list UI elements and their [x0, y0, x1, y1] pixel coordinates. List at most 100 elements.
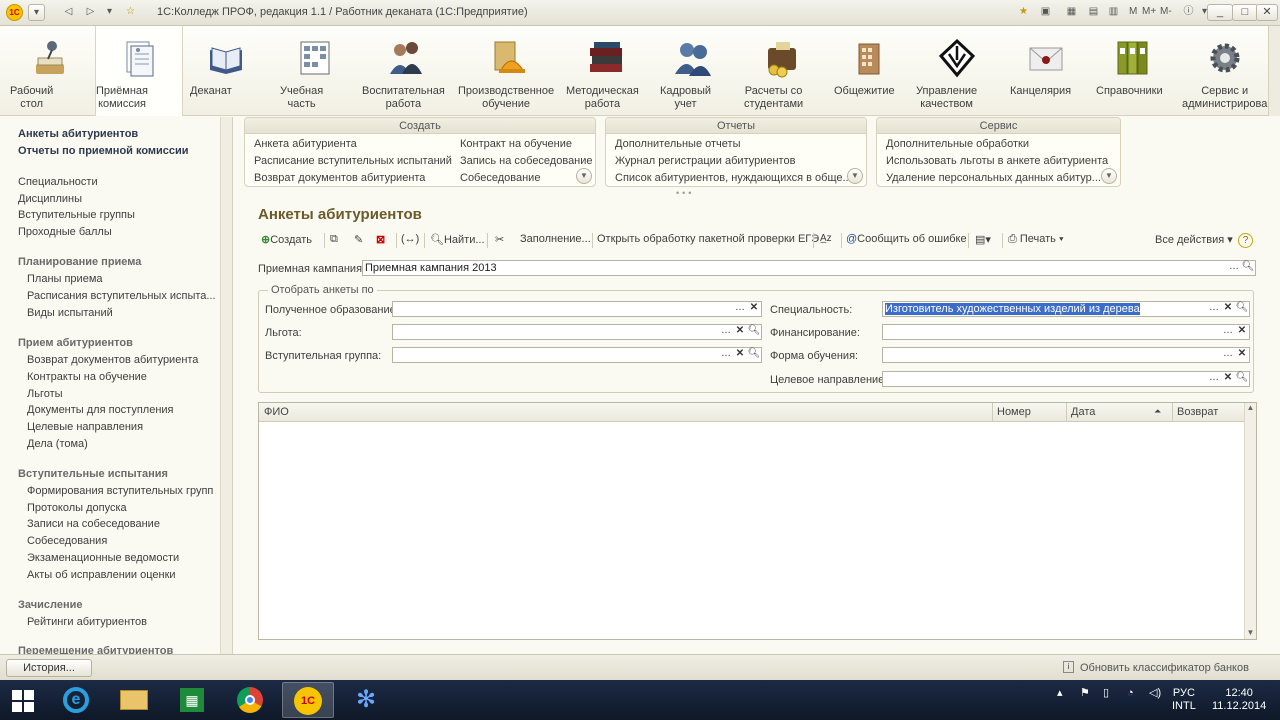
snowflake-app-task[interactable]: ✻ — [340, 682, 392, 718]
main-menu-chevron-icon[interactable]: ▾ — [28, 4, 45, 21]
nav-link-group-formation[interactable]: Формирования вступительных групп — [27, 485, 213, 497]
nav-link-contracts[interactable]: Контракты на обучение — [27, 371, 147, 383]
report-dorm-list-link[interactable]: Список абитуриентов, нуждающихся в обще.… — [615, 172, 852, 184]
create-interview-record-link[interactable]: Запись на собеседование — [460, 155, 593, 167]
campaign-field[interactable]: Приемная кампания 2013 — [362, 260, 1256, 276]
favorites-icon[interactable]: ▣ — [1037, 4, 1054, 21]
specialty-field[interactable]: Изготовитель художественных изделий из д… — [882, 301, 1250, 317]
ellipsis-icon[interactable]: … — [1227, 260, 1241, 276]
nav-link-doc-returns[interactable]: Возврат документов абитуриента — [27, 354, 198, 366]
1c-task[interactable]: 1С — [282, 682, 334, 718]
section-office[interactable]: Канцелярия — [1010, 26, 1082, 116]
internet-explorer-task[interactable]: e — [50, 682, 102, 718]
section-service[interactable]: Сервис и администрирова — [1182, 26, 1268, 116]
cancel-search-icon[interactable]: ✂ — [495, 233, 504, 246]
nav-link-admission-reports[interactable]: Отчеты по приемной комиссии — [18, 145, 189, 157]
table-scrollbar[interactable]: ▲ ▼ — [1244, 403, 1256, 639]
open-magnifier-icon[interactable]: 🔍︎ — [747, 324, 761, 340]
create-interview-link[interactable]: Собеседование — [460, 172, 540, 184]
clear-icon[interactable]: ✕ — [1221, 371, 1235, 387]
nav-link-admission-plans[interactable]: Планы приема — [27, 273, 103, 285]
create-applicant-form-link[interactable]: Анкета абитуриента — [254, 138, 357, 150]
clear-icon[interactable]: ✕ — [1235, 347, 1249, 363]
delete-icon[interactable]: ⊠ — [376, 233, 385, 246]
clear-icon[interactable]: ✕ — [733, 347, 747, 363]
nav-link-disciplines[interactable]: Дисциплины — [18, 193, 82, 205]
ellipsis-icon[interactable]: … — [719, 347, 733, 363]
nav-link-exam-sheets[interactable]: Экзаменационные ведомости — [27, 552, 179, 564]
open-magnifier-icon[interactable]: 🔍︎ — [1241, 260, 1255, 276]
section-dean[interactable]: Деканат — [190, 26, 262, 116]
nav-link-target-directions[interactable]: Целевые направления — [27, 421, 143, 433]
memory-minus-button[interactable]: M- — [1160, 4, 1172, 21]
entrance-group-field[interactable] — [392, 347, 762, 363]
target-direction-field[interactable] — [882, 371, 1250, 387]
history-chevron-icon[interactable]: ▾ — [101, 4, 118, 21]
section-quality[interactable]: Управление качеством — [916, 26, 998, 116]
report-additional-link[interactable]: Дополнительные отчеты — [615, 138, 740, 150]
sections-scrollbar[interactable] — [1268, 26, 1280, 116]
column-separator[interactable] — [992, 403, 993, 422]
nav-link-applications[interactable]: Анкеты абитуриентов — [18, 128, 138, 140]
ellipsis-icon[interactable]: … — [1207, 301, 1221, 317]
tray-clock[interactable]: 12:40 11.12.2014 — [1212, 687, 1266, 713]
chrome-task[interactable] — [224, 682, 276, 718]
section-hr[interactable]: Кадровый учет — [660, 26, 726, 116]
favorite-star-icon[interactable]: ☆ — [122, 4, 139, 21]
status-message[interactable]: Обновить классификатор банков — [1080, 662, 1249, 674]
service-additional-processing-link[interactable]: Дополнительные обработки — [886, 138, 1029, 150]
tray-flag-icon[interactable]: ⚑ — [1080, 687, 1090, 700]
report-registration-journal-link[interactable]: Журнал регистрации абитуриентов — [615, 155, 795, 167]
forward-arrow-icon[interactable]: ▷ — [82, 4, 99, 21]
ellipsis-icon[interactable]: … — [719, 324, 733, 340]
ellipsis-icon[interactable]: … — [1207, 371, 1221, 387]
nav-link-admission-protocols[interactable]: Протоколы допуска — [27, 502, 127, 514]
service-delete-personal-data-link[interactable]: Удаление персональных данных абитур... — [886, 172, 1101, 184]
create-exam-schedule-link[interactable]: Расписание вступительных испытаний — [254, 155, 452, 167]
app-logo-icon[interactable]: 1С — [6, 4, 23, 21]
section-methodical[interactable]: Методическая работа — [566, 26, 646, 116]
maximize-button[interactable]: □ — [1232, 4, 1258, 21]
info-icon[interactable]: ⓘ — [1180, 4, 1197, 21]
nav-link-interviews[interactable]: Собеседования — [27, 535, 107, 547]
create-contract-link[interactable]: Контракт на обучение — [460, 138, 572, 150]
resize-grip-icon[interactable]: ••• — [676, 188, 694, 198]
column-separator[interactable] — [1066, 403, 1067, 422]
refresh-icon[interactable]: (↔) — [401, 233, 419, 245]
more-chevron-icon[interactable]: ▼ — [1101, 168, 1117, 184]
more-chevron-icon[interactable]: ▼ — [576, 168, 592, 184]
column-header-return[interactable]: Возврат — [1177, 406, 1218, 418]
nav-link-passing-scores[interactable]: Проходные баллы — [18, 226, 112, 238]
sort-icon[interactable]: A̲z — [820, 233, 832, 244]
service-use-benefits-link[interactable]: Использовать льготы в анкете абитуриента — [886, 155, 1108, 167]
clear-icon[interactable]: ✕ — [1221, 301, 1235, 317]
more-chevron-icon[interactable]: ▼ — [847, 168, 863, 184]
print-button[interactable]: ⎙ Печать ▾ — [1008, 233, 1064, 246]
applications-table[interactable]: ФИО Номер Дата ⏶ Возврат ▲ ▼ — [258, 402, 1257, 640]
study-form-field[interactable] — [882, 347, 1250, 363]
memory-icon[interactable]: ▥ — [1105, 4, 1122, 21]
history-button[interactable]: История... — [6, 659, 92, 677]
tray-volume-icon[interactable]: ◁) — [1149, 687, 1161, 700]
help-icon[interactable]: ? — [1238, 233, 1253, 248]
create-button[interactable]: ⊕Создать — [261, 233, 312, 246]
ellipsis-icon[interactable]: … — [733, 301, 747, 317]
tray-wifi-icon[interactable]: ◔ — [1127, 687, 1134, 700]
star-icon[interactable]: ★ — [1015, 4, 1032, 21]
section-study[interactable]: Учебная часть — [280, 26, 350, 116]
tray-up-arrow-icon[interactable]: ▴ — [1057, 687, 1063, 700]
section-dormitory[interactable]: Общежитие — [834, 26, 904, 116]
financing-field[interactable] — [882, 324, 1250, 340]
column-header-fio[interactable]: ФИО — [264, 406, 289, 418]
nav-link-interview-records[interactable]: Записи на собеседование — [27, 518, 160, 530]
nav-link-admission-docs[interactable]: Документы для поступления — [27, 404, 174, 416]
open-magnifier-icon[interactable]: 🔍︎ — [1235, 371, 1249, 387]
section-references[interactable]: Справочники — [1096, 26, 1168, 116]
nav-link-ratings[interactable]: Рейтинги абитуриентов — [27, 616, 147, 628]
open-ege-processing-button[interactable]: Открыть обработку пакетной проверки ЕГЭ — [597, 233, 819, 245]
benefit-field[interactable] — [392, 324, 762, 340]
minimize-button[interactable]: _ — [1207, 4, 1233, 21]
ellipsis-icon[interactable]: … — [1221, 347, 1235, 363]
copy-icon[interactable]: ⧉ — [330, 233, 338, 246]
windows-start-icon[interactable] — [12, 690, 34, 712]
